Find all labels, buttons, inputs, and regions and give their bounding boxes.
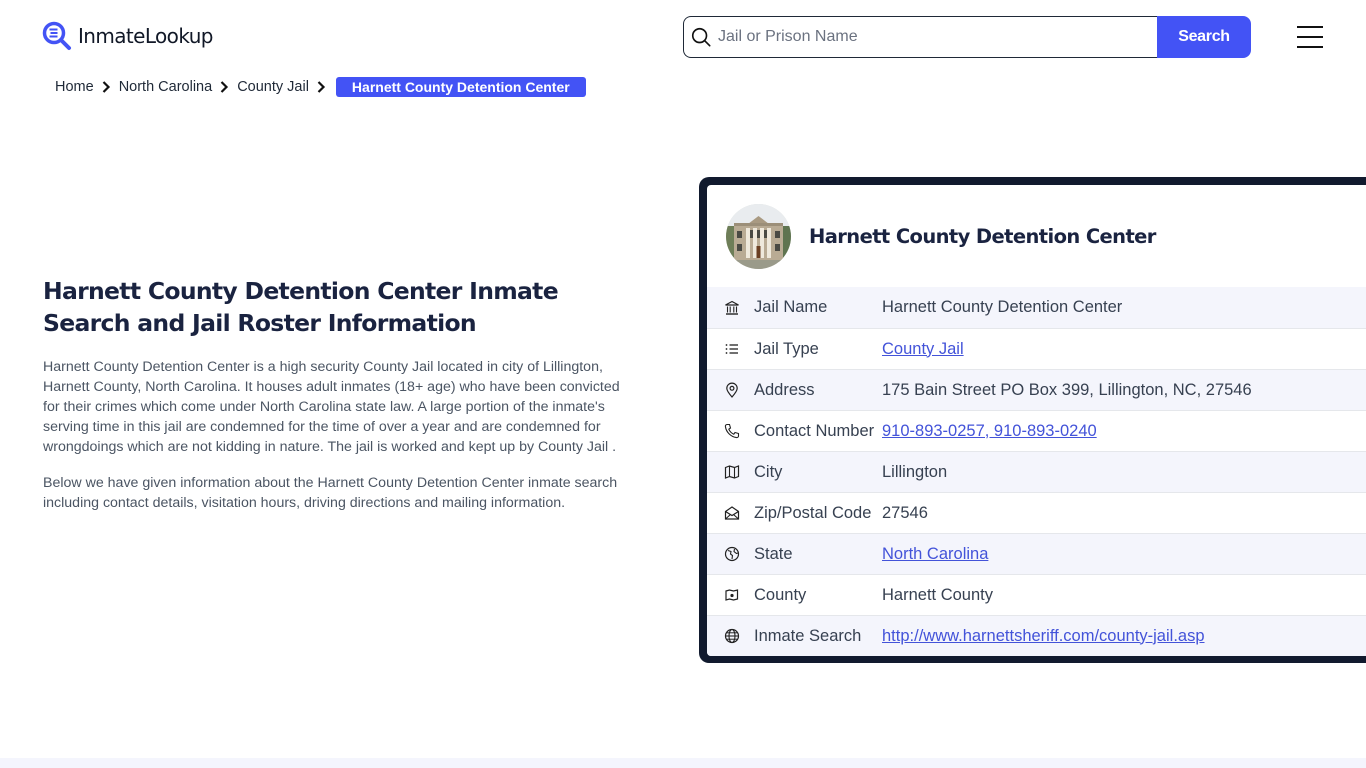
info-row-jail-type: Jail Type County Jail [707,328,1366,369]
intro-paragraph: Harnett County Detention Center is a hig… [43,359,620,455]
info-row-county: County Harnett County [707,574,1366,615]
info-row-inmate-search: Inmate Search http://www.harnettsheriff.… [707,615,1366,656]
row-label: City [754,462,783,481]
row-value: 175 Bain Street PO Box 399, Lillington, … [882,380,1252,399]
search-input[interactable] [718,28,1157,46]
breadcrumb-current: Harnett County Detention Center [335,77,586,97]
row-value: Harnett County [882,585,993,604]
search-box [683,16,1157,58]
info-row-zip-code: Zip/Postal Code 27546 [707,492,1366,533]
jail-building-photo [726,203,791,269]
breadcrumb: Home North Carolina County Jail Harnett … [55,76,586,98]
page-title: Harnett County Detention Center Inmate S… [43,277,559,337]
card-header: Harnett County Detention Center [707,185,1366,287]
row-label: State [754,544,793,563]
row-label: County [754,585,807,604]
search-button[interactable]: Search [1157,16,1251,58]
row-value: 27546 [882,503,928,522]
jail-info-card: Harnett County Detention Center Jail Nam… [699,177,1366,663]
breadcrumb-home[interactable]: Home [55,79,94,95]
search-icon [691,27,711,47]
row-label: Contact Number [754,421,875,440]
list-icon [723,340,741,358]
contact-number-link[interactable]: 910-893-0257, 910-893-0240 [882,422,1097,441]
chevron-right-icon [317,81,325,93]
menu-bar [1297,26,1323,28]
info-row-jail-name: Jail Name Harnett County Detention Cente… [707,287,1366,328]
info-row-state: State North Carolina [707,533,1366,574]
intro-paragraph: Below we have given information about th… [43,475,618,511]
row-label: Jail Type [754,339,819,358]
info-row-address: Address 175 Bain Street PO Box 399, Lill… [707,369,1366,410]
map-pin-icon [723,381,741,399]
row-value: Lillington [882,462,948,481]
breadcrumb-state[interactable]: North Carolina [119,79,213,95]
menu-bar [1297,46,1323,48]
chevron-right-icon [220,81,229,93]
phone-icon [723,422,741,440]
jail-type-link[interactable]: County Jail [882,340,964,359]
card-title: Harnett County Detention Center [809,224,1156,248]
logo-text: InmateLookup [78,24,213,48]
chevron-right-icon [102,81,110,93]
state-globe-icon [723,545,741,563]
map-icon [723,463,741,481]
info-row-city: City Lillington [707,451,1366,492]
card-body: Harnett County Detention Center Jail Nam… [707,185,1366,656]
row-value: Harnett County Detention Center [882,298,1123,316]
menu-bar [1297,36,1323,38]
world-icon [723,627,741,645]
row-label: Zip/Postal Code [754,503,872,522]
site-header: InmateLookup Search [0,0,1366,70]
county-map-icon [723,586,741,604]
state-link[interactable]: North Carolina [882,545,988,564]
logo-link[interactable]: InmateLookup [42,21,213,51]
hamburger-menu-icon[interactable] [1297,26,1325,48]
info-row-contact-number: Contact Number 910-893-0257, 910-893-024… [707,410,1366,451]
row-label: Inmate Search [754,626,862,645]
breadcrumb-jail-type[interactable]: County Jail [237,79,309,95]
row-label: Address [754,380,815,399]
building-columns-icon [723,299,741,317]
search-form: Search [683,16,1251,58]
inmate-search-link[interactable]: http://www.harnettsheriff.com/county-jai… [882,627,1205,646]
footer-band [0,758,1366,768]
mail-open-icon [723,504,741,522]
intro-section: Harnett County Detention Center Inmate S… [43,275,633,513]
row-label: Jail Name [754,298,828,316]
info-list: Jail Name Harnett County Detention Cente… [707,287,1366,656]
logo-magnifier-icon [42,21,71,50]
